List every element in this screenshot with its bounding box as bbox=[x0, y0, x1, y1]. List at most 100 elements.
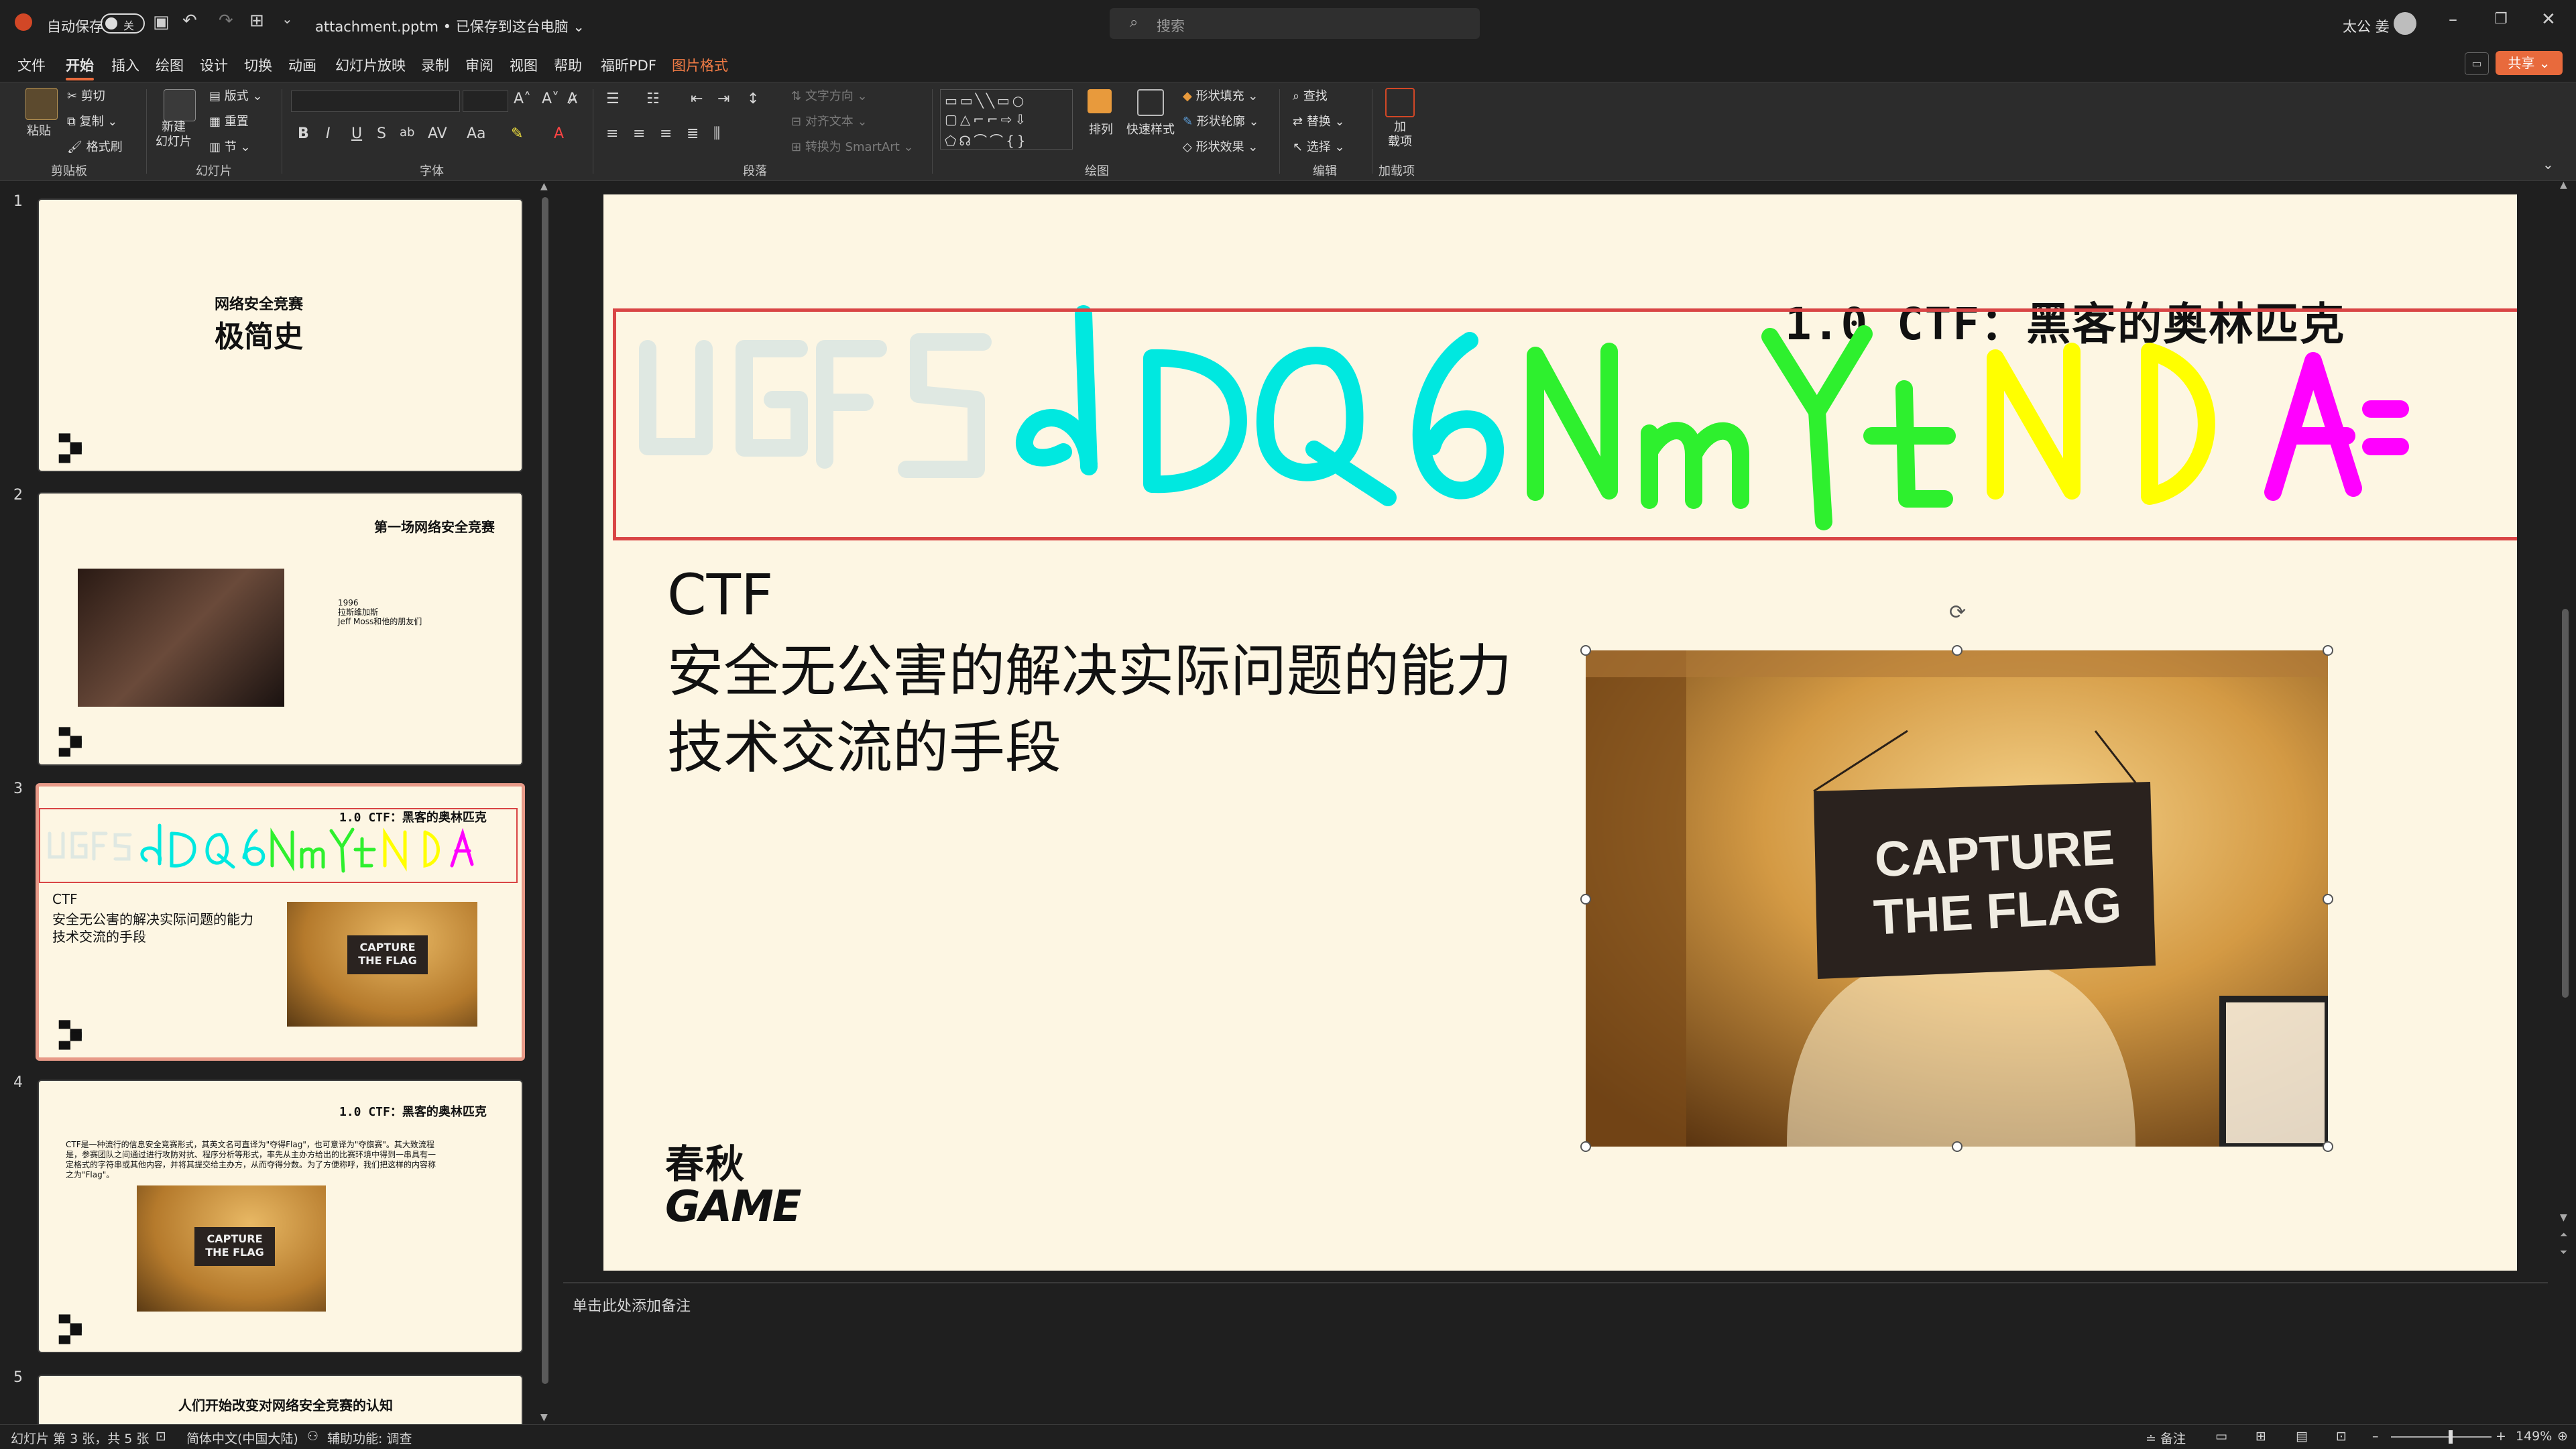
zoom-level[interactable]: 149% bbox=[2516, 1429, 2552, 1444]
redo-icon[interactable]: ↷ bbox=[219, 11, 233, 31]
comments-button[interactable]: ▭ bbox=[2465, 52, 2489, 75]
arrange-icon[interactable] bbox=[1088, 89, 1112, 113]
tab-insert[interactable]: 插入 bbox=[111, 55, 139, 75]
reset-button[interactable]: ▦ 重置 bbox=[209, 112, 249, 129]
resize-handle[interactable] bbox=[1580, 1141, 1591, 1152]
increase-indent-icon[interactable]: ⇥ bbox=[717, 91, 729, 107]
scroll-down-icon[interactable]: ▼ bbox=[540, 1412, 548, 1423]
slide-thumbnail-1[interactable]: 网络安全竞赛 极简史 ▀▄ ▄▀ bbox=[38, 198, 523, 472]
align-right-icon[interactable]: ≡ bbox=[660, 125, 672, 142]
font-shrink-icon[interactable]: A˅ bbox=[542, 91, 559, 107]
select-button[interactable]: ↖ 选择 ⌄ bbox=[1293, 137, 1345, 155]
replace-button[interactable]: ⇄ 替换 ⌄ bbox=[1293, 112, 1345, 129]
tab-home[interactable]: 开始 bbox=[66, 55, 94, 80]
tab-design[interactable]: 设计 bbox=[200, 55, 228, 75]
quick-styles-button[interactable]: 快速样式 bbox=[1126, 120, 1175, 137]
shape-outline-button[interactable]: ✎ 形状轮廓 ⌄ bbox=[1183, 112, 1259, 129]
layout-button[interactable]: ▤ 版式 ⌄ bbox=[209, 86, 263, 104]
close-icon[interactable]: ✕ bbox=[2541, 9, 2556, 30]
resize-handle[interactable] bbox=[1580, 645, 1591, 656]
addins-button[interactable]: 加 载项 bbox=[1388, 120, 1412, 150]
resize-handle[interactable] bbox=[1952, 1141, 1963, 1152]
shape-effects-button[interactable]: ◇ 形状效果 ⌄ bbox=[1183, 137, 1258, 155]
notes-pane[interactable]: 单击此处添加备注 bbox=[563, 1282, 2548, 1424]
tab-file[interactable]: 文件 bbox=[17, 55, 46, 75]
zoom-slider-thumb[interactable] bbox=[2449, 1430, 2453, 1444]
align-center-icon[interactable]: ≡ bbox=[633, 125, 645, 142]
resize-handle[interactable] bbox=[2323, 1141, 2333, 1152]
zoom-out-icon[interactable]: – bbox=[2372, 1429, 2379, 1444]
italic-button[interactable]: I bbox=[326, 125, 331, 142]
slide-thumbnail-3[interactable]: 1.0 CTF：黑客的奥林匹克 CTF 安全无公害的解决实际问题的能力 技术交流… bbox=[36, 783, 525, 1061]
numbering-icon[interactable]: ☷ bbox=[646, 91, 660, 107]
decrease-indent-icon[interactable]: ⇤ bbox=[691, 91, 703, 107]
underline-button[interactable]: U bbox=[351, 125, 362, 142]
align-left-icon[interactable]: ≡ bbox=[606, 125, 618, 142]
capture-the-flag-photo[interactable]: CAPTURE THE FLAG bbox=[1586, 650, 2328, 1147]
line-spacing-icon[interactable]: ↕ bbox=[747, 91, 759, 107]
format-painter-button[interactable]: 🖌 格式刷 bbox=[67, 137, 123, 155]
accessibility-icon[interactable]: ⚇ bbox=[307, 1429, 318, 1444]
autosave-toggle[interactable]: 关 bbox=[101, 13, 145, 34]
slide-thumbnail-2[interactable]: 第一场网络安全竞赛 1996 拉斯维加斯 Jeff Moss和他的朋友们 ▀▄ ▄… bbox=[38, 492, 523, 766]
font-grow-icon[interactable]: A˄ bbox=[514, 91, 531, 107]
columns-icon[interactable]: ⫼ bbox=[713, 125, 720, 142]
zoom-in-icon[interactable]: + bbox=[2496, 1429, 2506, 1444]
find-button[interactable]: ⌕ 查找 bbox=[1293, 86, 1328, 104]
user-name[interactable]: 太公 姜 bbox=[2343, 16, 2390, 36]
resize-handle[interactable] bbox=[2323, 645, 2333, 656]
undo-icon[interactable]: ↶ bbox=[182, 11, 197, 31]
share-button[interactable]: 共享 ⌄ bbox=[2496, 51, 2563, 75]
slideshow-icon[interactable]: ⊡ bbox=[2336, 1429, 2347, 1444]
addins-icon[interactable] bbox=[1385, 88, 1415, 117]
paste-button[interactable]: 粘贴 bbox=[27, 121, 51, 139]
tab-slideshow[interactable]: 幻灯片放映 bbox=[335, 55, 406, 75]
scrollbar-thumb[interactable] bbox=[542, 197, 548, 1384]
notes-toggle-button[interactable]: ≐ 备注 bbox=[2146, 1429, 2186, 1447]
new-slide-button[interactable]: 新建 幻灯片 bbox=[156, 120, 192, 150]
next-slide-icon[interactable]: ⏷ bbox=[2560, 1247, 2567, 1258]
thumbnail-scrollbar[interactable]: ▲ ▼ bbox=[540, 181, 550, 1425]
prev-slide-icon[interactable]: ⏶ bbox=[2560, 1230, 2567, 1240]
slide-thumbnail-5[interactable]: 人们开始改变对网络安全竞赛的认知 bbox=[38, 1375, 523, 1426]
char-spacing-icon[interactable]: ab bbox=[400, 125, 414, 139]
tab-draw[interactable]: 绘图 bbox=[156, 55, 184, 75]
tab-record[interactable]: 录制 bbox=[421, 55, 449, 75]
align-text-button[interactable]: ⊟ 对齐文本 ⌄ bbox=[791, 112, 868, 129]
notes-placeholder[interactable]: 单击此处添加备注 bbox=[573, 1294, 691, 1316]
scrollbar-thumb[interactable] bbox=[2562, 609, 2569, 998]
document-title[interactable]: attachment.pptm • 已保存到这台电脑 ⌄ bbox=[315, 16, 585, 36]
resize-handle[interactable] bbox=[1952, 645, 1963, 656]
slide-canvas[interactable]: 1.0 CTF：黑客的奥林匹克 CTF 安全无公害的解决实际问题的能力 技术交流… bbox=[603, 194, 2517, 1271]
save-icon[interactable]: ▣ bbox=[153, 12, 170, 32]
normal-view-icon[interactable]: ▭ bbox=[2215, 1429, 2227, 1444]
change-case-icon[interactable]: Aa bbox=[467, 125, 486, 142]
justify-icon[interactable]: ≣ bbox=[687, 125, 699, 142]
cut-button[interactable]: ✂ 剪切 bbox=[67, 86, 105, 104]
scroll-down-icon[interactable]: ▼ bbox=[2560, 1212, 2567, 1223]
resize-handle[interactable] bbox=[2323, 894, 2333, 905]
minimize-icon[interactable]: – bbox=[2449, 9, 2457, 30]
smartart-button[interactable]: ⊞ 转换为 SmartArt ⌄ bbox=[791, 137, 914, 155]
shadow-icon[interactable]: AV bbox=[428, 125, 447, 142]
new-slide-icon[interactable] bbox=[164, 89, 196, 121]
font-color-icon[interactable]: A bbox=[554, 125, 564, 142]
tab-review[interactable]: 审阅 bbox=[465, 55, 493, 75]
paste-icon[interactable] bbox=[25, 88, 58, 120]
fit-slide-icon[interactable]: ⊕ bbox=[2557, 1429, 2568, 1444]
zoom-slider[interactable] bbox=[2391, 1430, 2492, 1444]
text-direction-button[interactable]: ⇅ 文字方向 ⌄ bbox=[791, 86, 868, 104]
shape-fill-button[interactable]: ◆ 形状填充 ⌄ bbox=[1183, 86, 1258, 104]
copy-button[interactable]: ⧉ 复制 ⌄ bbox=[67, 112, 117, 129]
spellcheck-icon[interactable]: ⊡ bbox=[156, 1429, 166, 1444]
font-size-dropdown[interactable] bbox=[463, 91, 508, 112]
language-indicator[interactable]: 简体中文(中国大陆) bbox=[186, 1429, 298, 1447]
slide-sorter-icon[interactable]: ⊞ bbox=[2256, 1429, 2266, 1444]
section-button[interactable]: ▥ 节 ⌄ bbox=[209, 137, 251, 155]
bullets-icon[interactable]: ☰ bbox=[606, 91, 620, 107]
arrange-button[interactable]: 排列 bbox=[1089, 120, 1113, 137]
slide-body-text[interactable]: CTF 安全无公害的解决实际问题的能力 技术交流的手段 bbox=[667, 557, 1512, 786]
bold-button[interactable]: B bbox=[298, 125, 309, 142]
strikethrough-button[interactable]: S bbox=[377, 125, 386, 142]
tab-help[interactable]: 帮助 bbox=[554, 55, 582, 75]
